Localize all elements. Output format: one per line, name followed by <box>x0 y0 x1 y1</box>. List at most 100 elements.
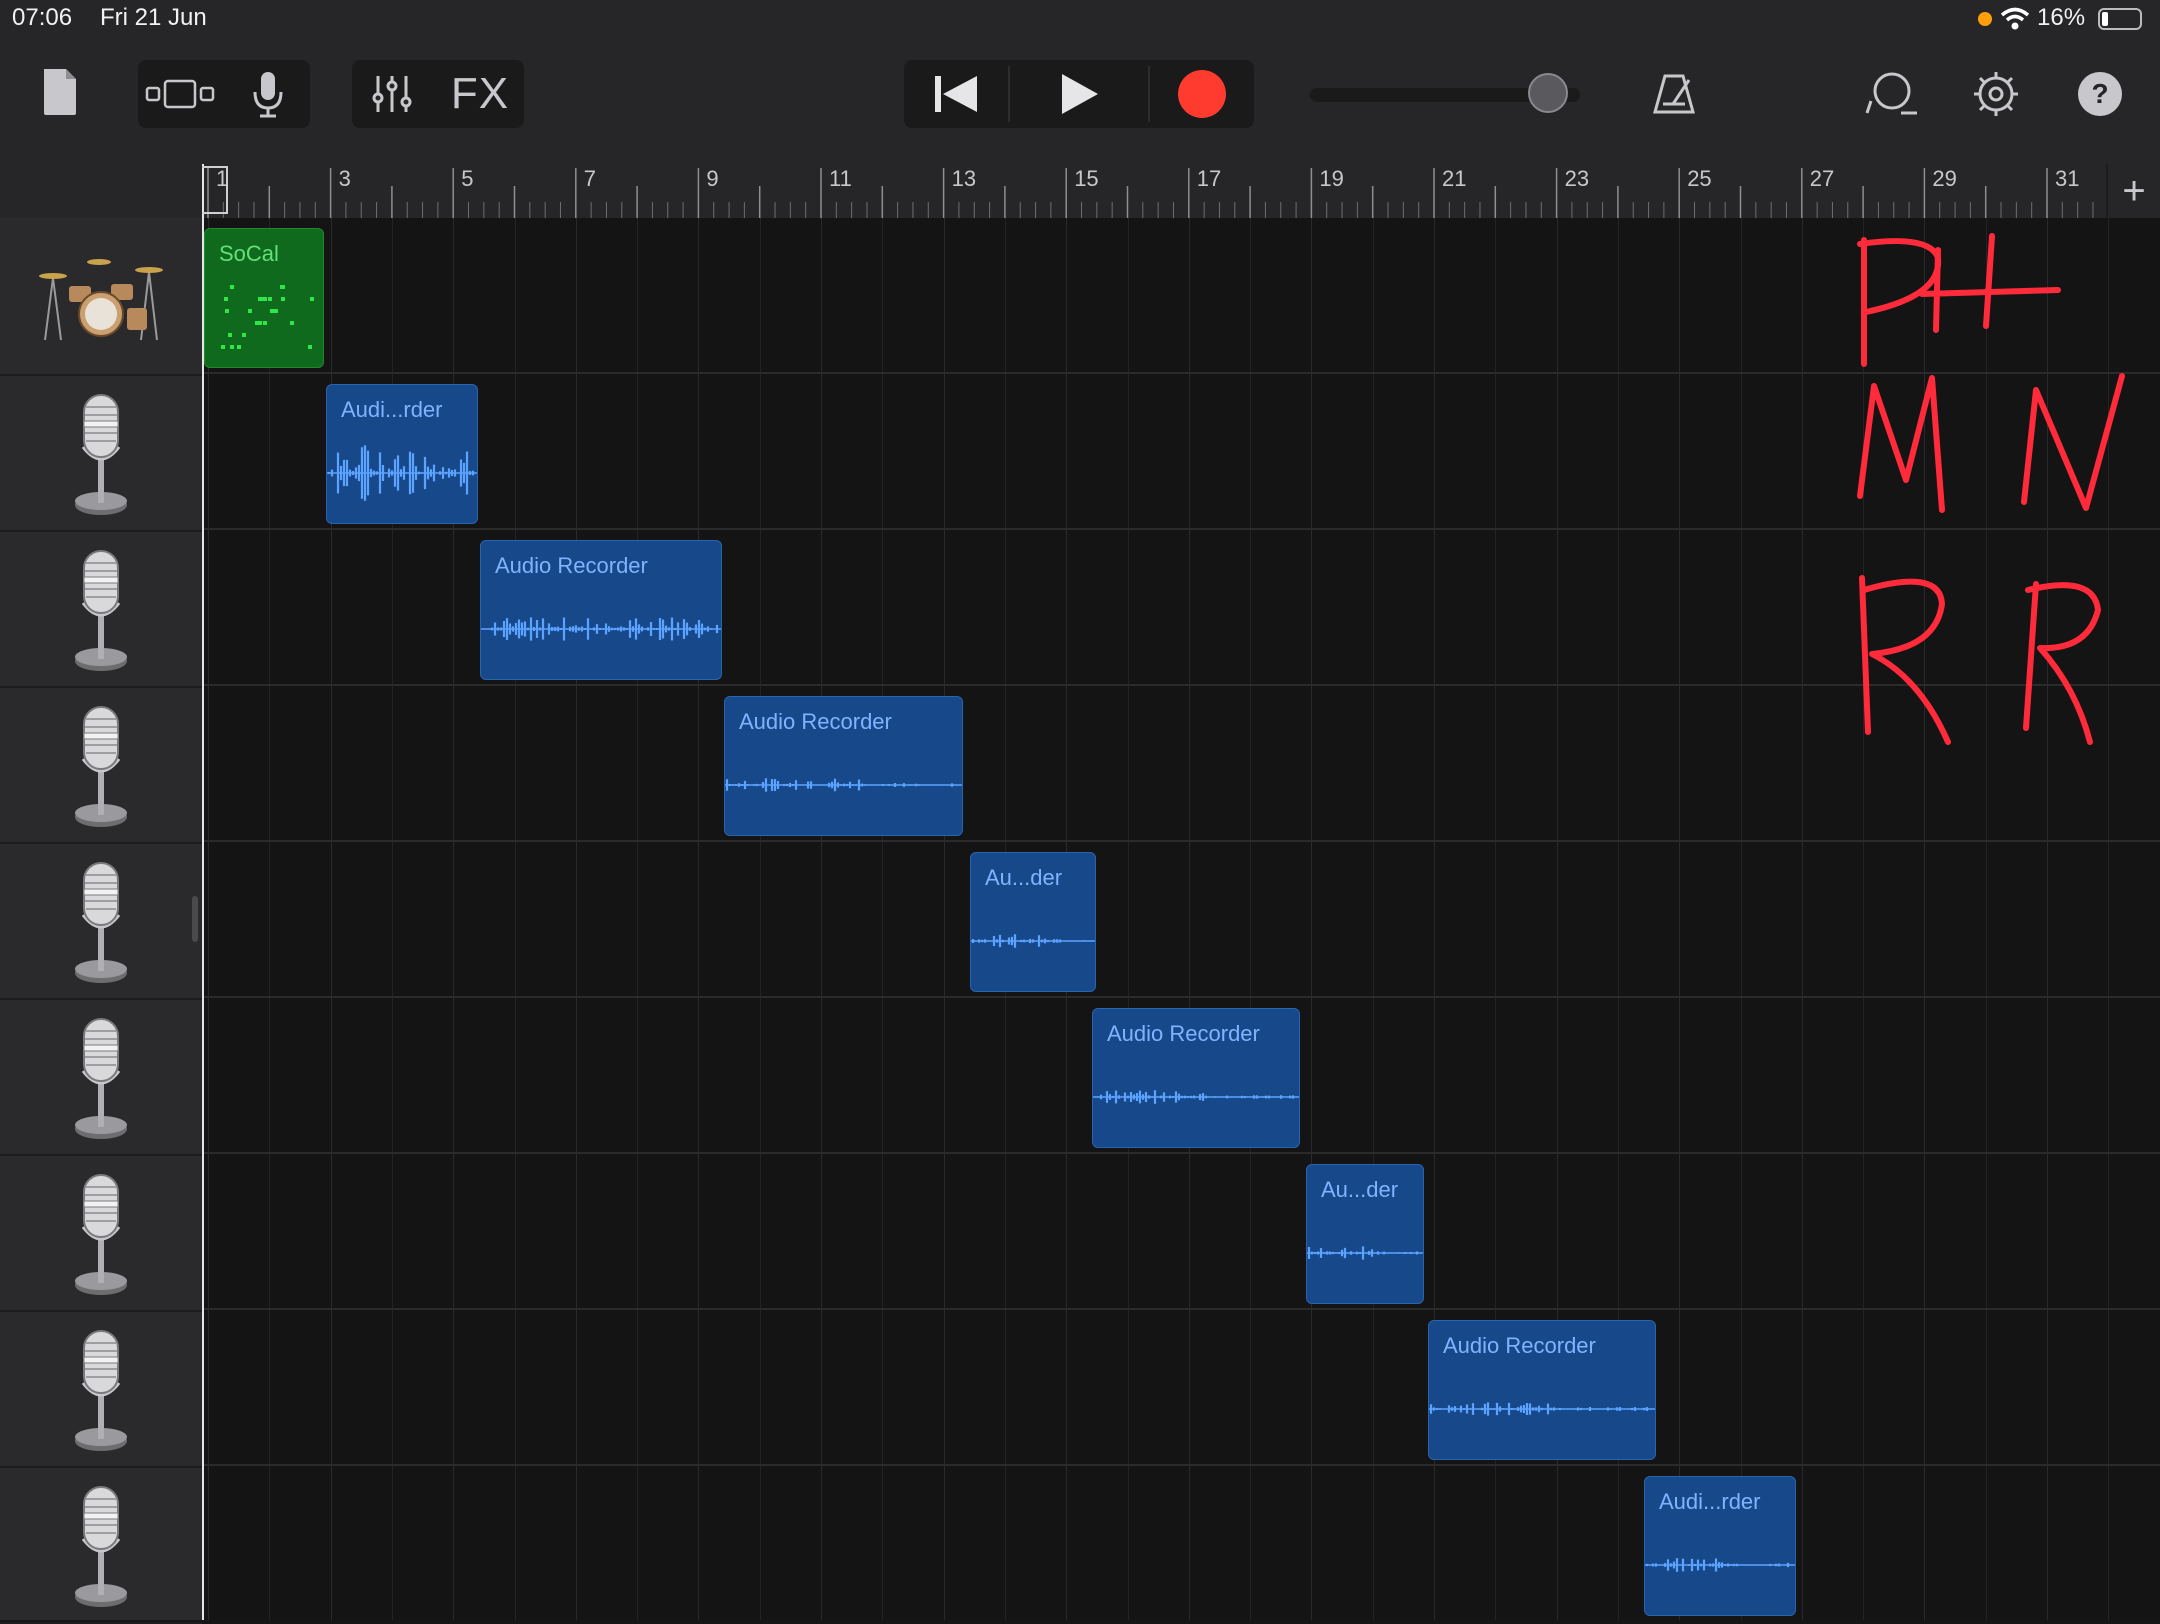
volume-slider[interactable] <box>1310 73 1580 113</box>
bar-number: 5 <box>461 166 474 191</box>
track-header[interactable] <box>0 374 202 532</box>
audio-region[interactable]: Audi...rder <box>1644 1476 1796 1616</box>
play-icon[interactable] <box>1012 62 1148 126</box>
microphone-icon[interactable] <box>0 842 202 998</box>
add-section-button[interactable]: + <box>2106 164 2160 218</box>
playhead-handle[interactable] <box>202 166 228 214</box>
track-header[interactable] <box>0 998 202 1156</box>
handwritten-annotation <box>1857 233 2125 745</box>
bar-number: 21 <box>1442 166 1467 191</box>
microphone-icon[interactable] <box>0 1466 202 1622</box>
grid-line <box>1127 218 1129 1620</box>
ruler-corner <box>0 164 202 218</box>
status-bar: 07:06 Fri 21 Jun 16% <box>0 0 2160 44</box>
track-header[interactable] <box>0 842 202 1000</box>
region-label: Au...der <box>1321 1177 1399 1202</box>
document-icon[interactable] <box>30 64 90 120</box>
playhead[interactable] <box>202 164 204 1620</box>
track-header[interactable] <box>0 530 202 688</box>
microphone-icon[interactable] <box>0 998 202 1154</box>
track-resize-handle[interactable] <box>192 896 198 942</box>
go-to-start-icon[interactable] <box>906 62 1006 126</box>
record-icon[interactable] <box>1152 62 1252 126</box>
bar-number: 23 <box>1564 166 1590 191</box>
bar-number: 17 <box>1196 166 1222 191</box>
grid-line <box>269 218 271 1620</box>
waveform <box>1307 1246 1423 1260</box>
region-label: Audio Recorder <box>739 709 892 734</box>
audio-region[interactable]: Audio Recorder <box>1092 1008 1300 1148</box>
loop-icon[interactable] <box>1860 64 1924 124</box>
toolbar: FX ? <box>0 44 2160 164</box>
track-separator <box>202 1308 2160 1310</box>
track-header[interactable] <box>0 686 202 844</box>
volume-knob[interactable] <box>1527 73 1568 113</box>
region-label: SoCal <box>219 241 279 266</box>
grid-line <box>575 218 577 1620</box>
region-label: Audio Recorder <box>1443 1333 1596 1358</box>
audio-region[interactable]: Audi...rder <box>326 384 478 524</box>
track-separator <box>202 840 2160 842</box>
grid-line <box>208 218 209 1620</box>
mixer-icon[interactable] <box>356 64 428 124</box>
track-header[interactable] <box>0 1466 202 1624</box>
waveform <box>481 617 721 641</box>
bar-number: 27 <box>1809 166 1835 191</box>
audio-region[interactable]: Audio Recorder <box>1428 1320 1656 1460</box>
grid-line <box>637 218 639 1620</box>
grid-line <box>1740 218 1742 1620</box>
bar-number: 9 <box>706 166 719 191</box>
grid-line <box>882 218 884 1620</box>
audio-region[interactable]: Audio Recorder <box>480 540 722 680</box>
bar-number: 13 <box>951 166 977 191</box>
track-headers <box>0 164 202 1624</box>
audio-region[interactable]: Au...der <box>970 852 1096 992</box>
drum-pattern <box>221 285 314 349</box>
grid-line <box>1188 218 1190 1620</box>
divider <box>1008 66 1010 122</box>
waveform <box>1645 1558 1795 1572</box>
grid-line <box>821 218 822 1620</box>
drum-kit-icon[interactable] <box>0 218 202 374</box>
battery-percent: 16% <box>2037 4 2086 31</box>
track-header[interactable] <box>0 1154 202 1312</box>
grid-line <box>1311 218 1313 1620</box>
fx-button[interactable]: FX <box>440 64 520 124</box>
waveform <box>1093 1090 1299 1104</box>
microphone-icon[interactable] <box>0 1154 202 1310</box>
audio-region[interactable]: Audio Recorder <box>724 696 963 836</box>
waveform <box>327 445 477 501</box>
bar-number: 19 <box>1319 166 1344 191</box>
grid-line <box>943 218 945 1620</box>
metronome-icon[interactable] <box>1646 64 1702 124</box>
grid-line <box>759 218 761 1620</box>
bar-ruler[interactable]: 1 3 5 7 9 11 13 15 17 19 21 23 25 27 29 31 <box>202 164 2160 218</box>
waveform <box>971 934 1095 948</box>
microphone-icon[interactable] <box>236 64 300 124</box>
help-icon[interactable]: ? <box>2072 64 2128 124</box>
region-label: Audi...rder <box>341 397 443 422</box>
waveform <box>725 778 962 792</box>
track-header[interactable] <box>0 1310 202 1468</box>
microphone-icon[interactable] <box>0 530 202 686</box>
bar-number: 31 <box>2055 166 2080 191</box>
tracks-view-icon[interactable] <box>140 64 220 124</box>
bar-number: 3 <box>338 166 351 191</box>
divider <box>1148 66 1150 122</box>
settings-icon[interactable] <box>1964 64 2028 124</box>
drummer-region[interactable]: SoCal <box>204 228 324 368</box>
microphone-icon[interactable] <box>0 1310 202 1466</box>
track-separator <box>202 996 2160 998</box>
track-header[interactable] <box>0 218 202 376</box>
bar-number: 25 <box>1687 166 1712 191</box>
grid-line <box>1250 218 1252 1620</box>
audio-region[interactable]: Au...der <box>1306 1164 1424 1304</box>
bar-number: 11 <box>829 166 852 191</box>
status-date: Fri 21 Jun <box>100 4 207 31</box>
status-time: 07:06 <box>12 4 73 31</box>
waveform <box>1429 1402 1655 1416</box>
orange-dot-icon <box>1978 12 1992 26</box>
microphone-icon[interactable] <box>0 374 202 530</box>
grid-line <box>698 218 700 1620</box>
microphone-icon[interactable] <box>0 686 202 842</box>
